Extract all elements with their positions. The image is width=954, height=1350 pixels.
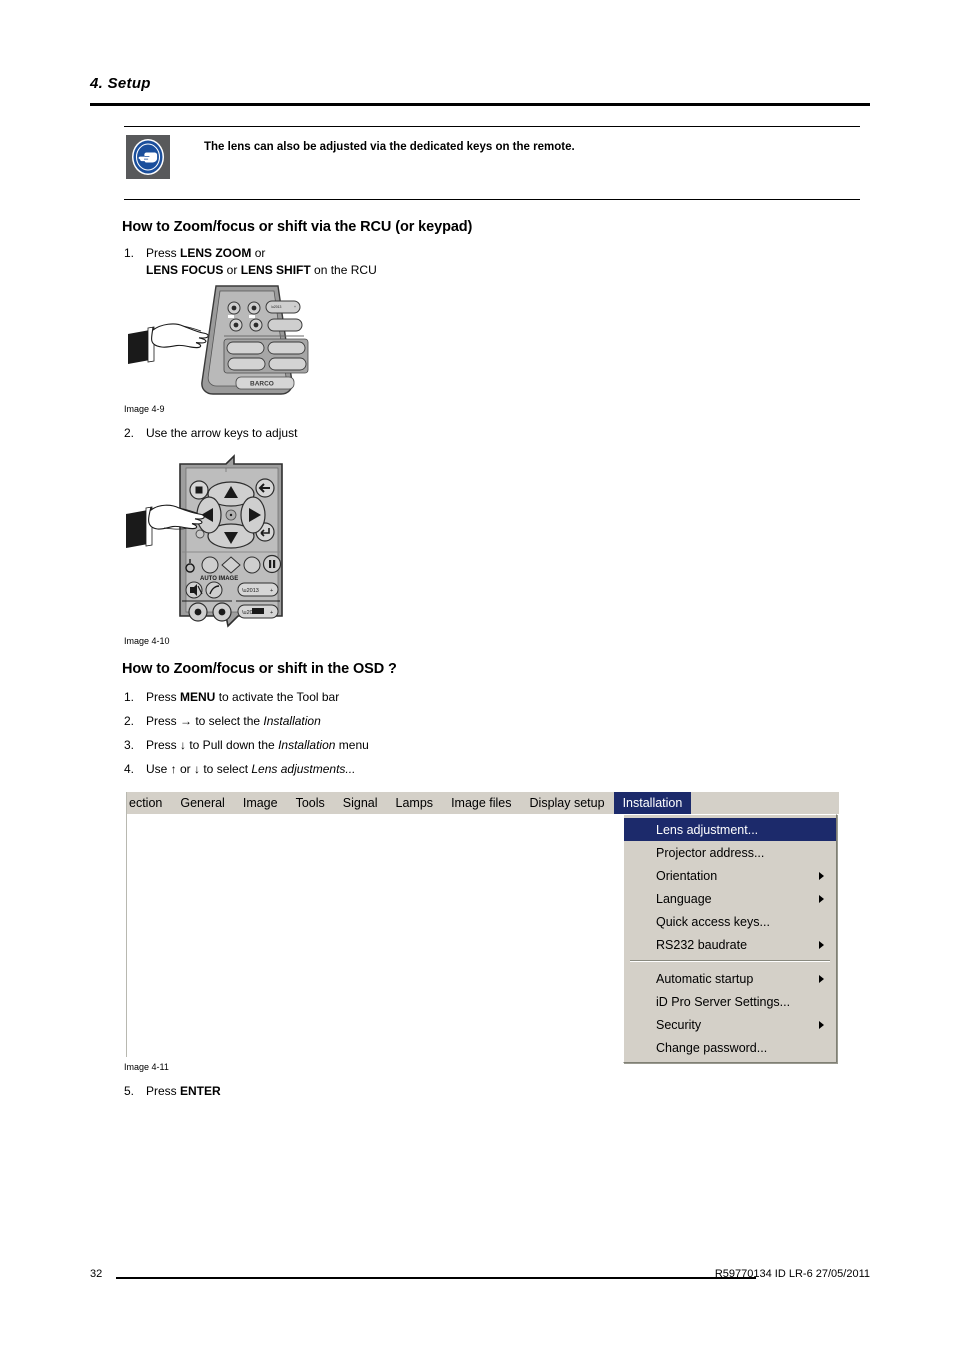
footer-divider — [116, 1277, 756, 1279]
osd-menu-item-display-setup[interactable]: Display setup — [521, 792, 614, 814]
svg-text:\u2013: \u2013 — [271, 305, 281, 309]
dropdown-item-label: Quick access keys... — [656, 914, 770, 929]
svg-text:+: + — [270, 588, 273, 594]
dropdown-item-label: RS232 baudrate — [656, 937, 748, 952]
step-text: Use ↑ or ↓ to select Lens adjustments... — [146, 762, 356, 776]
rcu-keypad-illustration: \u2013 + BARCO — [124, 278, 334, 398]
submenu-arrow-icon — [819, 974, 824, 983]
osd-menu-item-tools[interactable]: Tools — [287, 792, 334, 814]
section-heading-rcu: How to Zoom/focus or shift via the RCU (… — [122, 219, 473, 235]
step-number: 1. — [124, 246, 135, 260]
svg-text:\u2013: \u2013 — [242, 588, 259, 594]
osd-menu-item-signal[interactable]: Signal — [334, 792, 387, 814]
dropdown-item-rs232-baudrate[interactable]: RS232 baudrate — [624, 933, 836, 956]
step-rcu-1: 1. Press LENS ZOOM or LENS FOCUS or LENS … — [124, 245, 544, 280]
note-bottom-divider — [124, 199, 860, 200]
osd-menu-item-general[interactable]: General — [171, 792, 233, 814]
dropdown-item-label: Automatic startup — [656, 971, 754, 986]
page-title: 4. Setup — [90, 75, 151, 92]
svg-text:BARCO: BARCO — [250, 381, 274, 388]
note-text: The lens can also be adjusted via the de… — [204, 141, 575, 153]
step-osd-4: 4. Use ↑ or ↓ to select Lens adjustments… — [124, 761, 554, 778]
step-text: Press MENU to activate the Tool bar — [146, 690, 340, 704]
footer-doc-reference: R59770134 ID LR-6 27/05/2011 — [714, 1268, 870, 1280]
step-text: Press LENS ZOOM or LENS FOCUS or LENS SHI… — [146, 246, 377, 278]
submenu-arrow-icon — [819, 871, 824, 880]
dropdown-item-language[interactable]: Language — [624, 887, 836, 910]
dropdown-item-label: Language — [656, 891, 712, 906]
figure-caption-4-9: Image 4-9 — [124, 404, 165, 414]
figure-caption-4-10: Image 4-10 — [124, 636, 170, 646]
svg-text:+: + — [270, 610, 273, 616]
dropdown-item-label: Security — [656, 1017, 702, 1032]
figure-caption-4-11: Image 4-11 — [124, 1062, 169, 1072]
dropdown-separator — [630, 960, 830, 962]
svg-text:\u2013: \u2013 — [242, 610, 259, 616]
svg-text:AUTO IMAGE: AUTO IMAGE — [200, 576, 238, 582]
dropdown-item-quick-access-keys[interactable]: Quick access keys... — [624, 910, 836, 933]
rcu-body: AUTO IMAGE \u2013 + \u2013 + — [179, 454, 283, 628]
osd-menu-item-image[interactable]: Image — [234, 792, 287, 814]
step-rcu-2: 2. Use the arrow keys to adjust — [124, 425, 544, 442]
pointing-hand-icon — [126, 135, 170, 179]
step-number: 3. — [124, 738, 135, 752]
dropdown-item-security[interactable]: Security — [624, 1013, 836, 1036]
osd-menubar[interactable]: ection General Image Tools Signal Lamps … — [127, 792, 839, 814]
dropdown-item-automatic-startup[interactable]: Automatic startup — [624, 967, 836, 990]
dropdown-item-lens-adjustment[interactable]: Lens adjustment... — [624, 818, 836, 841]
step-text: Press ENTER — [146, 1084, 221, 1098]
submenu-arrow-icon — [819, 894, 824, 903]
footer-page-number: 32 — [90, 1268, 103, 1280]
step-osd-1: 1. Press MENU to activate the Tool bar — [124, 689, 544, 706]
rcu-body: \u2013 + BARCO — [201, 285, 309, 395]
step-text: Press ↓ to Pull down the Installation me… — [146, 738, 369, 752]
step-text: Press → to select the Installation — [146, 714, 321, 728]
osd-menu-item-installation[interactable]: Installation — [613, 792, 692, 814]
osd-installation-dropdown[interactable]: Lens adjustment... Projector address... … — [623, 814, 837, 1063]
step-osd-2: 2. Press → to select the Installation — [124, 713, 544, 730]
step-number: 4. — [124, 762, 135, 776]
header-divider — [90, 103, 870, 106]
step-text: Use the arrow keys to adjust — [146, 426, 298, 440]
step-number: 2. — [124, 426, 135, 440]
dropdown-item-label: Orientation — [656, 868, 718, 883]
step-number: 2. — [124, 714, 135, 728]
osd-menu-item-correction[interactable]: ection — [127, 792, 171, 814]
step-number: 1. — [124, 690, 135, 704]
step-number: 5. — [124, 1084, 135, 1098]
section-heading-osd: How to Zoom/focus or shift in the OSD ? — [122, 661, 397, 677]
submenu-arrow-icon — [819, 1020, 824, 1029]
dropdown-item-orientation[interactable]: Orientation — [624, 864, 836, 887]
step-osd-3: 3. Press ↓ to Pull down the Installation… — [124, 737, 544, 754]
rcu-arrow-keys-illustration: AUTO IMAGE \u2013 + \u2013 + — [124, 452, 324, 632]
svg-text:+: + — [294, 305, 296, 309]
osd-menu-item-image-files[interactable]: Image files — [442, 792, 520, 814]
dropdown-item-label: Projector address... — [656, 845, 765, 860]
dropdown-item-projector-address[interactable]: Projector address... — [624, 841, 836, 864]
dropdown-item-label: Change password... — [656, 1040, 768, 1055]
hand-pointing — [128, 323, 209, 364]
dropdown-item-label: Lens adjustment... — [656, 822, 759, 837]
note-box: The lens can also be adjusted via the de… — [124, 126, 860, 200]
dropdown-item-id-pro-server-settings[interactable]: iD Pro Server Settings... — [624, 990, 836, 1013]
submenu-arrow-icon — [819, 940, 824, 949]
dropdown-item-change-password[interactable]: Change password... — [624, 1036, 836, 1059]
osd-screenshot: ection General Image Tools Signal Lamps … — [126, 792, 839, 1063]
osd-menu-item-lamps[interactable]: Lamps — [387, 792, 443, 814]
dropdown-item-label: iD Pro Server Settings... — [656, 994, 791, 1009]
step-osd-5: 5. Press ENTER — [124, 1083, 544, 1100]
note-body: The lens can also be adjusted via the de… — [124, 127, 860, 199]
